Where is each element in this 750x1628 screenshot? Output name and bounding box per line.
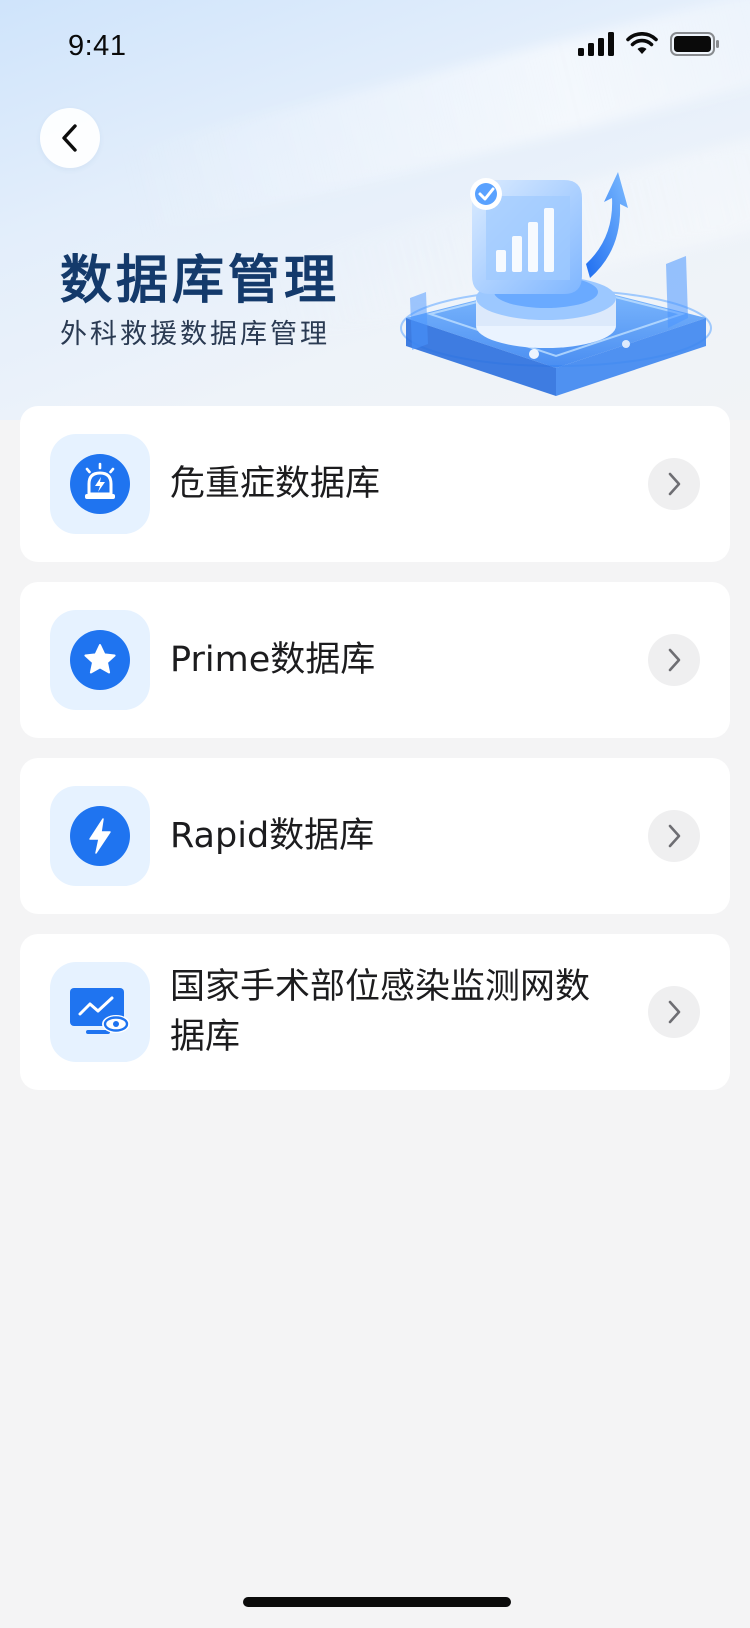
database-item-rapid[interactable]: Rapid数据库 xyxy=(20,758,730,914)
database-item-prime[interactable]: Prime数据库 xyxy=(20,582,730,738)
chevron-left-icon xyxy=(62,124,77,152)
database-item-critical-care[interactable]: 危重症数据库 xyxy=(20,406,730,562)
chevron-right-icon xyxy=(668,648,681,672)
arrow-button[interactable] xyxy=(648,986,700,1038)
arrow-button[interactable] xyxy=(648,634,700,686)
chevron-right-icon xyxy=(668,472,681,496)
back-button[interactable] xyxy=(40,108,100,168)
chevron-right-icon xyxy=(668,824,681,848)
arrow-button[interactable] xyxy=(648,810,700,862)
star-icon xyxy=(70,630,130,690)
database-item-ssi-surveillance[interactable]: 国家手术部位感染监测网数据库 xyxy=(20,934,730,1090)
icon-tile xyxy=(50,786,150,886)
arrow-button[interactable] xyxy=(648,458,700,510)
icon-tile xyxy=(50,610,150,710)
database-item-label: Prime数据库 xyxy=(170,640,376,680)
status-icons xyxy=(578,32,720,56)
database-analytics-illustration xyxy=(400,172,712,396)
database-item-label: 危重症数据库 xyxy=(170,464,381,504)
icon-tile xyxy=(50,434,150,534)
battery-icon xyxy=(670,32,719,56)
database-item-label: 国家手术部位感染监测网数据库 xyxy=(170,967,591,1057)
cellular-signal-icon xyxy=(578,32,614,56)
database-list: 危重症数据库 Prime数据库 Rapid数据库 国家手术部位感染监测网数据库 xyxy=(20,406,730,1110)
home-indicator xyxy=(243,1597,511,1607)
page-subtitle: 外科救援数据库管理 xyxy=(60,319,330,350)
icon-tile xyxy=(50,962,150,1062)
alarm-siren-icon xyxy=(70,454,130,514)
database-item-label: Rapid数据库 xyxy=(170,816,375,856)
status-time: 9:41 xyxy=(68,30,127,62)
page-title: 数据库管理 xyxy=(60,251,341,311)
lightning-icon xyxy=(70,806,130,866)
chevron-right-icon xyxy=(668,1000,681,1024)
monitor-eye-icon xyxy=(70,988,130,1034)
status-bar: 9:41 xyxy=(0,0,750,96)
wifi-icon xyxy=(626,32,658,54)
